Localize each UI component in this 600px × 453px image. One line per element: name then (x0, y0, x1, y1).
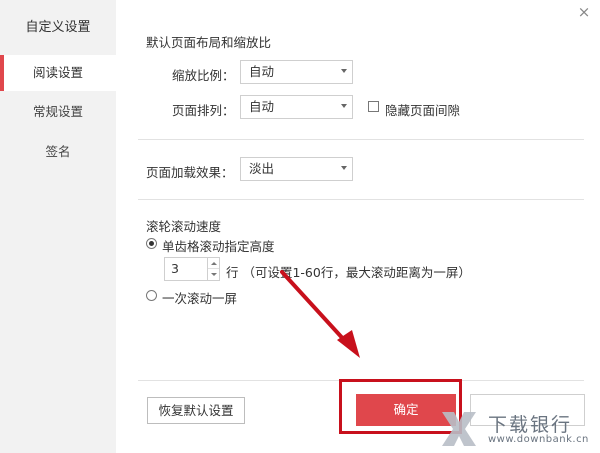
chevron-down-icon (341, 69, 347, 73)
close-icon[interactable]: × (576, 4, 592, 20)
sidebar: 自定义设置 阅读设置 常规设置 签名 (0, 0, 116, 453)
stepper-buttons (207, 258, 219, 280)
stepper-up-icon[interactable] (208, 258, 219, 269)
load-effect-label: 页面加载效果： (146, 165, 234, 180)
sidebar-item-general[interactable]: 常规设置 (0, 94, 116, 130)
scroll-page-radio[interactable] (146, 290, 157, 301)
watermark-text: 下载银行 (488, 414, 573, 436)
sidebar-title: 自定义设置 (25, 20, 91, 35)
layout-section-title: 默认页面布局和缩放比 (146, 35, 272, 50)
arrange-select[interactable]: 自动 (240, 95, 353, 119)
zoom-select[interactable]: 自动 (240, 60, 353, 84)
chevron-down-icon (341, 104, 347, 108)
load-effect-select[interactable]: 淡出 (240, 157, 353, 181)
divider (138, 139, 584, 140)
scroll-lines-hint: 行 （可设置1-60行，最大滚动距离为一屏） (226, 265, 471, 280)
scroll-page-label: 一次滚动一屏 (162, 291, 238, 306)
scroll-lines-label: 单齿格滚动指定高度 (162, 239, 275, 254)
stepper-down-icon[interactable] (208, 269, 219, 280)
sidebar-item-reading[interactable]: 阅读设置 (0, 55, 116, 91)
sidebar-item-signature[interactable]: 签名 (0, 134, 116, 170)
restore-defaults-button[interactable]: 恢复默认设置 (147, 397, 245, 424)
scroll-lines-radio[interactable] (146, 238, 157, 249)
watermark-logo-icon (442, 412, 476, 446)
watermark-url: www.downbank.cn (488, 434, 589, 445)
divider (138, 199, 584, 200)
scroll-section-title: 滚轮滚动速度 (146, 219, 222, 234)
chevron-down-icon (341, 166, 347, 170)
load-effect-select-value: 淡出 (249, 161, 275, 176)
hide-gap-label: 隐藏页面间隙 (385, 103, 461, 118)
hide-gap-checkbox[interactable] (368, 101, 379, 112)
scroll-lines-stepper[interactable]: 3 (164, 257, 220, 281)
zoom-select-value: 自动 (249, 64, 275, 79)
watermark: 下载银行 www.downbank.cn (438, 408, 596, 450)
arrange-select-value: 自动 (249, 99, 275, 114)
scroll-lines-value[interactable]: 3 (171, 261, 179, 276)
arrange-label: 页面排列： (172, 103, 235, 118)
zoom-label: 缩放比例： (172, 68, 235, 83)
